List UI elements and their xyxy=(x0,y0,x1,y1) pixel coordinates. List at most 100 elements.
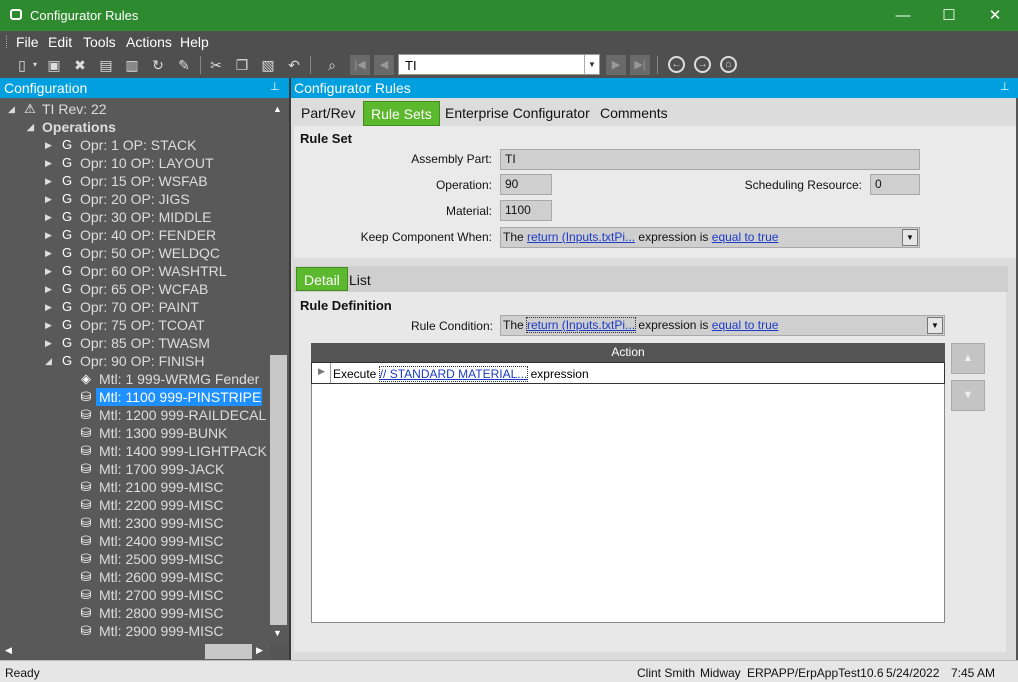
tree-material-item[interactable]: ⛁ Mtl: 2400 999-MISC xyxy=(78,532,268,550)
tree-operation-item[interactable]: ◢ G Opr: 90 OP: FINISH xyxy=(45,352,265,370)
keep-component-field[interactable]: The return (Inputs.txtPi... expression i… xyxy=(500,227,920,248)
save-icon[interactable]: ▣ xyxy=(44,56,64,74)
menu-actions[interactable]: Actions xyxy=(126,34,172,50)
tree-material-item[interactable]: ⛁ Mtl: 1400 999-LIGHTPACK xyxy=(78,442,268,460)
first-record-icon[interactable]: |◀ xyxy=(350,55,370,75)
scheduling-resource-field[interactable]: 0 xyxy=(870,174,920,195)
operation-field[interactable]: 90 xyxy=(500,174,552,195)
tree-operation-item[interactable]: ▶ G Opr: 70 OP: PAINT xyxy=(45,298,265,316)
collapse-arrow-icon[interactable]: ◢ xyxy=(27,118,39,136)
pin-icon[interactable]: ⊥ xyxy=(1000,80,1010,93)
tree-operations[interactable]: ◢ Operations xyxy=(27,118,267,136)
keep-expression-link[interactable]: return (Inputs.txtPi... xyxy=(527,230,635,244)
tree-material-item[interactable]: ⛁ Mtl: 2300 999-MISC xyxy=(78,514,268,532)
tab-enterprise-configurator[interactable]: Enterprise Configurator xyxy=(438,101,597,126)
maximize-button[interactable]: ☐ xyxy=(926,0,972,31)
expand-arrow-icon[interactable]: ▶ xyxy=(45,226,57,244)
tree-operation-item[interactable]: ▶ G Opr: 85 OP: TWASM xyxy=(45,334,265,352)
action-expression-link[interactable]: // STANDARD MATERIAL... xyxy=(378,366,529,382)
tree-operation-item[interactable]: ▶ G Opr: 20 OP: JIGS xyxy=(45,190,265,208)
tree-material-item[interactable]: ⛁ Mtl: 2700 999-MISC xyxy=(78,586,268,604)
copy-icon[interactable]: ❐ xyxy=(232,56,252,74)
paste-icon[interactable]: ▧ xyxy=(258,56,278,74)
condition-operator-link[interactable]: equal to true xyxy=(712,318,779,332)
tree-operation-item[interactable]: ▶ G Opr: 65 OP: WCFAB xyxy=(45,280,265,298)
scroll-left-icon[interactable]: ◀ xyxy=(5,645,12,656)
undo-icon[interactable]: ↶ xyxy=(284,56,304,74)
rule-condition-field[interactable]: The return (Inputs.txtPi... expression i… xyxy=(500,315,945,336)
menu-edit[interactable]: Edit xyxy=(48,34,72,50)
collapse-arrow-icon[interactable]: ◢ xyxy=(45,352,57,370)
prev-record-icon[interactable]: ◀ xyxy=(374,55,394,75)
action-cell[interactable]: Execute // STANDARD MATERIAL... expressi… xyxy=(333,366,589,382)
close-button[interactable]: ✕ xyxy=(972,0,1018,31)
tree-operation-item[interactable]: ▶ G Opr: 50 OP: WELDQC xyxy=(45,244,265,262)
new-dropdown-icon[interactable]: ▾ xyxy=(30,56,40,74)
pin-icon[interactable]: ⊥ xyxy=(270,80,280,93)
record-search-input[interactable]: TI ▼ xyxy=(398,54,600,75)
open-book-icon[interactable]: ▤ xyxy=(96,56,116,74)
tab-rule-sets[interactable]: Rule Sets xyxy=(363,101,440,126)
menu-help[interactable]: Help xyxy=(180,34,209,50)
tab-part-rev[interactable]: Part/Rev xyxy=(294,101,362,126)
row-expand-icon[interactable]: ▶ xyxy=(318,366,325,377)
move-up-button[interactable]: ▲ xyxy=(951,343,985,374)
move-down-button[interactable]: ▼ xyxy=(951,380,985,411)
print-icon[interactable]: ▥ xyxy=(122,56,142,74)
tree-material-item[interactable]: ⛁ Mtl: 1100 999-PINSTRIPE xyxy=(78,388,268,406)
chevron-down-icon[interactable]: ▼ xyxy=(902,229,918,246)
keep-operator-link[interactable]: equal to true xyxy=(712,230,779,244)
expand-arrow-icon[interactable]: ▶ xyxy=(45,316,57,334)
assembly-part-field[interactable]: TI xyxy=(500,149,920,170)
menu-file[interactable]: File xyxy=(16,34,39,50)
tree-material-item[interactable]: ⛁ Mtl: 2500 999-MISC xyxy=(78,550,268,568)
tree-material-item[interactable]: ⛁ Mtl: 2200 999-MISC xyxy=(78,496,268,514)
expand-arrow-icon[interactable]: ▶ xyxy=(45,136,57,154)
material-field[interactable]: 1100 xyxy=(500,200,552,221)
tab-detail[interactable]: Detail xyxy=(296,267,348,291)
expand-arrow-icon[interactable]: ▶ xyxy=(45,280,57,298)
tree-horizontal-scroll-thumb[interactable] xyxy=(205,644,252,659)
tree-material-item[interactable]: ◈ Mtl: 1 999-WRMG Fender xyxy=(78,370,268,388)
home-icon[interactable]: ⌂ xyxy=(720,56,737,73)
new-icon[interactable]: ▯ xyxy=(12,56,32,74)
tree-operation-item[interactable]: ▶ G Opr: 60 OP: WASHTRL xyxy=(45,262,265,280)
expand-arrow-icon[interactable]: ▶ xyxy=(45,172,57,190)
tree-operation-item[interactable]: ▶ G Opr: 10 OP: LAYOUT xyxy=(45,154,265,172)
chevron-down-icon[interactable]: ▼ xyxy=(584,55,599,74)
tree-material-item[interactable]: ⛁ Mtl: 2900 999-MISC xyxy=(78,622,268,640)
tree-operation-item[interactable]: ▶ G Opr: 30 OP: MIDDLE xyxy=(45,208,265,226)
tree-material-item[interactable]: ⛁ Mtl: 2800 999-MISC xyxy=(78,604,268,622)
scroll-up-icon[interactable]: ▲ xyxy=(273,104,282,114)
expand-arrow-icon[interactable]: ▶ xyxy=(45,244,57,262)
clear-icon[interactable]: ✎ xyxy=(174,56,194,74)
tree-material-item[interactable]: ⛁ Mtl: 1700 999-JACK xyxy=(78,460,268,478)
scroll-down-icon[interactable]: ▼ xyxy=(273,628,282,638)
tree-material-item[interactable]: ⛁ Mtl: 2100 999-MISC xyxy=(78,478,268,496)
forward-icon[interactable]: → xyxy=(694,56,711,73)
collapse-arrow-icon[interactable]: ◢ xyxy=(8,100,20,118)
expand-arrow-icon[interactable]: ▶ xyxy=(45,298,57,316)
minimize-button[interactable]: — xyxy=(880,0,926,31)
back-icon[interactable]: ← xyxy=(668,56,685,73)
expand-arrow-icon[interactable]: ▶ xyxy=(45,262,57,280)
tree-operation-item[interactable]: ▶ G Opr: 40 OP: FENDER xyxy=(45,226,265,244)
last-record-icon[interactable]: ▶| xyxy=(630,55,650,75)
refresh-icon[interactable]: ↻ xyxy=(148,56,168,74)
delete-icon[interactable]: ✖ xyxy=(70,56,90,74)
expand-arrow-icon[interactable]: ▶ xyxy=(45,208,57,226)
expand-arrow-icon[interactable]: ▶ xyxy=(45,154,57,172)
expand-arrow-icon[interactable]: ▶ xyxy=(45,334,57,352)
menu-tools[interactable]: Tools xyxy=(83,34,116,50)
table-row[interactable]: ▶ Execute // STANDARD MATERIAL... expres… xyxy=(311,362,945,384)
tree-vertical-scroll-thumb[interactable] xyxy=(270,355,287,625)
action-column-header[interactable]: Action xyxy=(311,343,945,362)
tree-root[interactable]: ◢ ⚠ TI Rev: 22 xyxy=(8,100,268,118)
next-record-icon[interactable]: ▶ xyxy=(606,55,626,75)
tab-list[interactable]: List xyxy=(342,267,378,291)
expand-arrow-icon[interactable]: ▶ xyxy=(45,190,57,208)
tree-operation-item[interactable]: ▶ G Opr: 75 OP: TCOAT xyxy=(45,316,265,334)
scroll-right-icon[interactable]: ▶ xyxy=(256,645,263,656)
tree-material-item[interactable]: ⛁ Mtl: 1300 999-BUNK xyxy=(78,424,268,442)
condition-expression-link[interactable]: return (Inputs.txtPi... xyxy=(526,317,637,333)
